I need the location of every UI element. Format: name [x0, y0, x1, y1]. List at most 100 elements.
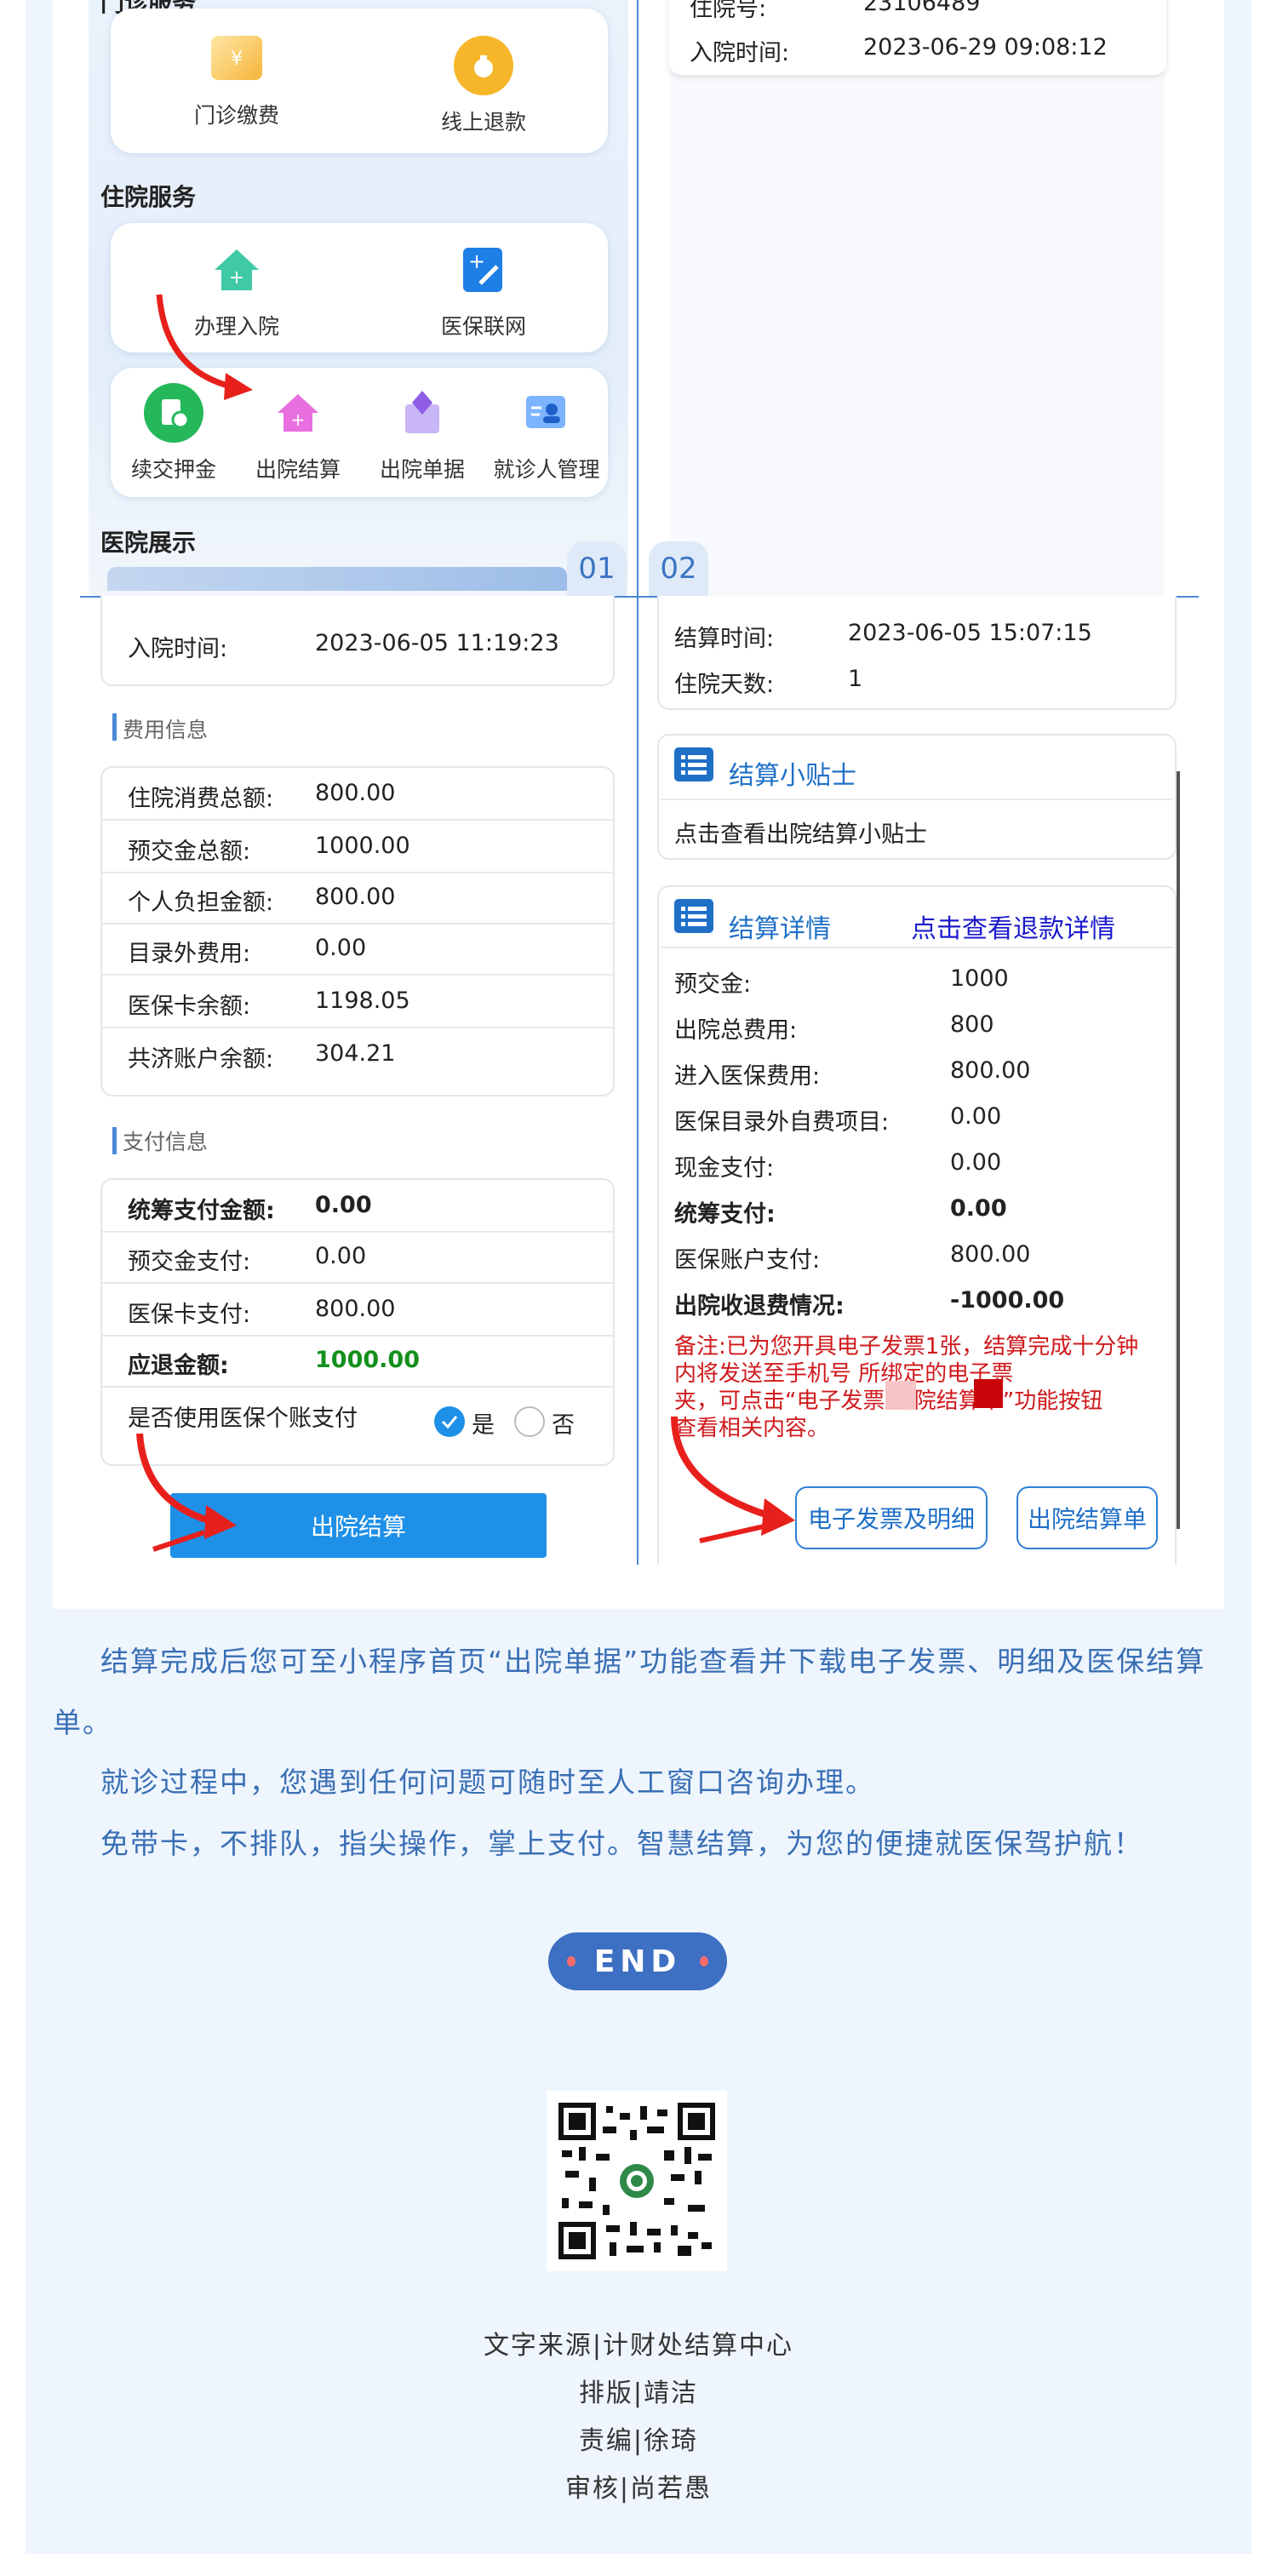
detail-title: 结算详情 — [729, 914, 831, 944]
patient-manage-button[interactable]: 就诊人管理 — [478, 383, 615, 484]
use-account-label: 是否使用医保个账支付 — [128, 1405, 358, 1432]
fee-divider — [102, 819, 613, 821]
paragraph-3: 免带卡，不排队，指尖操作，掌上支付。智慧结算，为您的便捷就医保驾护航！ — [100, 1827, 1143, 1860]
online-refund-button[interactable]: 线上退款 — [415, 36, 552, 136]
deposit-label: 续交押金 — [130, 457, 216, 482]
svg-text:¥: ¥ — [231, 49, 243, 70]
id-card-icon — [517, 383, 576, 443]
fee-value-0: 800.00 — [315, 780, 396, 806]
svg-text:+: + — [291, 409, 306, 430]
detail-value-3: 0.00 — [950, 1103, 1002, 1130]
tips-text[interactable]: 点击查看出院结算小贴士 — [674, 816, 927, 849]
tab-02: 02 — [649, 541, 708, 596]
insurance-link-button[interactable]: + 医保联网 — [415, 240, 552, 341]
dot-icon — [700, 1956, 708, 1966]
paragraph-2: 就诊过程中，您遇到任何问题可随时至人工窗口咨询办理。 — [100, 1766, 875, 1799]
admit-time-label: 入院时间: — [128, 636, 228, 662]
invoice-detail-button[interactable]: 电子发票及明细 — [795, 1486, 988, 1549]
scrollbar[interactable] — [1177, 771, 1180, 1529]
section-inpatient-title: 住院服务 — [100, 183, 197, 211]
online-refund-label: 线上退款 — [440, 110, 526, 135]
dot-icon — [567, 1956, 576, 1966]
discharge-docs-button[interactable]: 出院单据 — [354, 383, 490, 484]
pay-label-3: 应退金额: — [128, 1353, 229, 1379]
house-out-icon: + — [268, 383, 328, 443]
stay-days-value: 1 — [848, 666, 863, 692]
fee-label-5: 共济账户余额: — [128, 1046, 274, 1073]
detail-label-5: 统筹支付: — [674, 1201, 776, 1228]
refund-amount-value: 1000.00 — [315, 1347, 420, 1373]
end-label: END — [593, 1943, 682, 1979]
red-arrow-icon — [156, 294, 253, 400]
svg-text:+: + — [229, 267, 244, 289]
detail-value-5: 0.00 — [950, 1195, 1007, 1222]
vertical-divider — [637, 0, 638, 1565]
admit-time-value: 2023-06-05 11:19:23 — [315, 630, 559, 656]
paragraph-1: 结算完成后您可至小程序首页“出院单据”功能查看并下载电子发票、明细及医保结算单。 — [53, 1645, 1206, 1739]
svg-text:+: + — [468, 249, 485, 273]
settle-time-value: 2023-06-05 15:07:15 — [848, 620, 1092, 646]
fee-label-0: 住院消费总额: — [128, 786, 274, 812]
pay-label-1: 预交金支付: — [128, 1249, 251, 1275]
pay-divider — [102, 1335, 613, 1337]
detail-label-6: 医保账户支付: — [674, 1247, 821, 1274]
no-radio[interactable] — [514, 1406, 545, 1437]
detail-label-4: 现金支付: — [674, 1155, 775, 1182]
red-arrow-icon — [671, 1416, 795, 1543]
yes-radio[interactable] — [434, 1406, 465, 1437]
qr-code — [547, 2091, 727, 2271]
fee-value-1: 1000.00 — [315, 833, 410, 859]
detail-value-6: 800.00 — [950, 1241, 1031, 1268]
detail-label-2: 进入医保费用: — [674, 1063, 821, 1090]
pay-value-1: 0.00 — [315, 1243, 367, 1269]
edit-doc-icon: + — [454, 240, 513, 300]
fee-label-2: 个人负担金额: — [128, 890, 274, 916]
credit-review: 审核|尚若愚 — [564, 2474, 713, 2504]
discharge-settlement-label: 出院结算 — [255, 457, 341, 482]
admit-time-label-2: 入院时间: — [690, 40, 790, 66]
fee-value-4: 1198.05 — [315, 987, 410, 1014]
redaction-mark — [974, 1379, 1003, 1408]
end-badge: END — [548, 1932, 727, 1990]
pay-divider — [102, 1386, 613, 1388]
patient-manage-label: 就诊人管理 — [493, 457, 600, 482]
detail-label-7: 出院收退费情况: — [674, 1293, 845, 1319]
fee-label-3: 目录外费用: — [128, 941, 251, 967]
pay-section-title: 支付信息 — [123, 1130, 209, 1154]
pay-divider — [102, 1231, 613, 1233]
credit-source: 文字来源|计财处结算中心 — [483, 2331, 794, 2361]
detail-label-0: 预交金: — [674, 971, 752, 998]
details-panel-top — [671, 0, 1165, 596]
refund-detail-link[interactable]: 点击查看退款详情 — [911, 907, 1115, 945]
clinic-pay-button[interactable]: ¥ 门诊缴费 — [169, 36, 305, 129]
money-bag-icon — [454, 36, 513, 95]
tips-title: 结算小贴士 — [729, 761, 856, 791]
pay-value-2: 800.00 — [315, 1296, 396, 1322]
stay-days-label: 住院天数: — [674, 672, 775, 698]
detail-value-2: 800.00 — [950, 1057, 1031, 1084]
credit-layout: 排版|靖洁 — [578, 2379, 699, 2408]
document-star-icon — [392, 383, 452, 443]
pay-value-0: 0.00 — [315, 1192, 372, 1218]
note-line: 夹，可点击“电子发票 出院结算单”功能按钮 — [674, 1388, 1102, 1414]
fee-title-bar — [112, 713, 117, 741]
fee-section-title: 费用信息 — [123, 718, 209, 742]
fee-divider — [102, 923, 613, 924]
tips-divider — [661, 799, 1173, 800]
insurance-link-label: 医保联网 — [440, 314, 526, 339]
discharge-docs-label: 出院单据 — [379, 457, 465, 482]
fee-value-3: 0.00 — [315, 935, 367, 961]
fee-divider — [102, 1027, 613, 1028]
detail-divider — [661, 947, 1173, 948]
section-hospital-title: 医院展示 — [100, 529, 197, 557]
red-arrow-icon — [136, 1433, 237, 1552]
pay-label-2: 医保卡支付: — [128, 1302, 251, 1328]
note-line: 备注:已为您开具电子发票1张，结算完成十分钟 — [674, 1334, 1139, 1360]
no-label: 否 — [552, 1412, 575, 1439]
hospital-banner — [107, 567, 567, 591]
clinic-pay-label: 门诊缴费 — [193, 103, 279, 128]
tab-01: 01 — [567, 541, 627, 596]
fee-label-4: 医保卡余额: — [128, 993, 251, 1020]
pay-title-bar — [112, 1127, 117, 1154]
settlement-statement-button[interactable]: 出院结算单 — [1016, 1486, 1158, 1549]
